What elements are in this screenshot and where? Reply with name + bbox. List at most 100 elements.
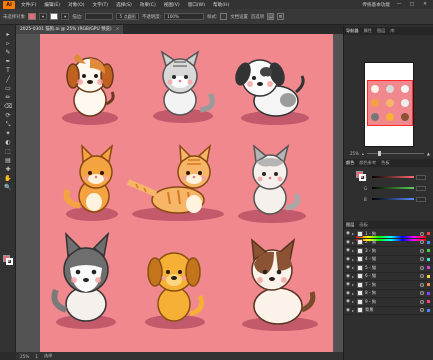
red-slider[interactable]: R: [364, 174, 426, 180]
tab-color[interactable]: 颜色: [346, 160, 354, 166]
layer-name[interactable]: 3 - 狗: [365, 248, 420, 254]
eye-icon[interactable]: ◉: [344, 291, 352, 296]
chart-tool-icon[interactable]: ▤: [4, 157, 12, 164]
scale-tool-icon[interactable]: ⤡: [4, 121, 12, 128]
layer-row[interactable]: ◉ ▸ 9 - 狗: [344, 298, 433, 307]
stroke-weight-field[interactable]: [85, 13, 114, 20]
selection-tool-icon[interactable]: ▸: [4, 31, 12, 38]
arrange-icon[interactable]: ▤: [267, 13, 275, 20]
layer-name[interactable]: 7 - 狗: [365, 282, 420, 288]
layer-row[interactable]: ◉ ▸ 4 - 猫: [344, 256, 433, 264]
hand-tool-icon[interactable]: ✋: [4, 175, 12, 182]
stroke-profile-dropdown[interactable]: 5 点圆形: [116, 13, 140, 20]
layer-name[interactable]: 1 - 狗: [365, 231, 420, 237]
direct-selection-tool-icon[interactable]: ▹: [4, 40, 12, 47]
eye-icon[interactable]: ◉: [344, 265, 352, 270]
eye-icon[interactable]: ◉: [344, 257, 352, 262]
menu-window[interactable]: 窗口(W): [184, 2, 209, 8]
navigator-thumbnail[interactable]: [364, 62, 414, 147]
eye-icon[interactable]: ◉: [344, 308, 352, 313]
blue-slider[interactable]: B: [364, 196, 426, 202]
layer-row[interactable]: ◉ ▸ 3 - 狗: [344, 247, 433, 256]
layer-name[interactable]: 5 - 猫: [365, 265, 420, 271]
tab-libraries[interactable]: 库: [390, 28, 394, 34]
menu-edit[interactable]: 编辑(E): [40, 2, 64, 8]
pen-tool-icon[interactable]: ✒: [4, 58, 12, 65]
preferences-button[interactable]: 首选项: [251, 14, 264, 20]
green-slider[interactable]: G: [364, 185, 426, 191]
stroke-dropdown[interactable]: ▾: [61, 13, 70, 20]
target-icon[interactable]: [420, 240, 424, 245]
eye-icon[interactable]: ◉: [344, 299, 352, 304]
rotate-tool-icon[interactable]: ⟳: [4, 112, 12, 119]
symbol-sprayer-tool-icon[interactable]: ✚: [4, 166, 12, 173]
close-tab-icon[interactable]: ×: [116, 27, 120, 32]
maximize-button[interactable]: □: [408, 1, 416, 8]
tab-layers[interactable]: 图层: [346, 222, 354, 228]
shape-builder-tool-icon[interactable]: ✦: [4, 130, 12, 137]
workspace-switcher[interactable]: 传统基本功能: [362, 2, 390, 8]
target-icon[interactable]: [420, 248, 424, 253]
layer-name[interactable]: 6 - 猫: [365, 273, 420, 279]
eraser-tool-icon[interactable]: ⌫: [4, 103, 12, 110]
eye-icon[interactable]: ◉: [344, 282, 352, 287]
zoom-level[interactable]: 25%: [20, 354, 29, 359]
rectangle-tool-icon[interactable]: ▭: [4, 85, 12, 92]
target-icon[interactable]: [420, 257, 424, 262]
line-tool-icon[interactable]: ╱: [4, 76, 12, 83]
navigator-zoom-value[interactable]: 25%: [350, 151, 359, 156]
target-icon[interactable]: [420, 282, 424, 287]
artboard-number[interactable]: 1: [35, 354, 38, 359]
layer-name[interactable]: 9 - 狗: [365, 299, 420, 305]
menu-effect[interactable]: 效果(C): [136, 2, 160, 8]
eye-icon[interactable]: ◉: [344, 231, 352, 236]
zoom-tool-icon[interactable]: 🔍: [4, 184, 12, 191]
target-icon[interactable]: [420, 291, 424, 296]
tab-layers-top[interactable]: 图层: [377, 28, 385, 34]
target-icon[interactable]: [420, 308, 424, 313]
target-icon[interactable]: [420, 299, 424, 304]
layer-name[interactable]: 4 - 猫: [365, 256, 420, 262]
layer-row[interactable]: ◉ ▸ 8 - 狗: [344, 290, 433, 298]
fill-stroke-widget[interactable]: [3, 255, 14, 266]
tab-artboards[interactable]: 画板: [359, 222, 367, 228]
menu-object[interactable]: 对象(O): [64, 2, 88, 8]
eye-icon[interactable]: ◉: [344, 248, 352, 253]
fill-dropdown[interactable]: ▾: [38, 13, 48, 20]
document-setup-button[interactable]: 文档设置: [230, 14, 248, 20]
zoom-in-icon[interactable]: ▲: [427, 151, 430, 156]
target-icon[interactable]: [420, 265, 424, 270]
menu-file[interactable]: 文件(F): [17, 2, 40, 8]
artboard-tool-icon[interactable]: ⬚: [4, 148, 12, 155]
minimize-button[interactable]: —: [395, 1, 403, 8]
panel-menu-icon[interactable]: ≡: [277, 13, 285, 20]
eye-icon[interactable]: ◉: [344, 240, 352, 245]
tab-color-guide[interactable]: 颜色参考: [359, 160, 376, 166]
pencil-tool-icon[interactable]: ✏: [4, 94, 12, 101]
target-icon[interactable]: [420, 231, 424, 236]
fill-swatch[interactable]: [27, 13, 36, 20]
document-tab[interactable]: 2025-0301 猫狗.ai @ 25% (RGB/GPU 预览) ×: [16, 25, 124, 34]
layer-name[interactable]: 2 - 猫: [365, 239, 420, 245]
zoom-out-icon[interactable]: ▴: [362, 151, 364, 156]
layer-row[interactable]: ◉ ▸ 1 - 狗: [344, 230, 433, 239]
layer-row[interactable]: ◉ ▸ 5 - 猫: [344, 264, 433, 273]
menu-type[interactable]: 文字(T): [89, 2, 113, 8]
navigator-view-box[interactable]: [367, 80, 413, 126]
layer-row[interactable]: ◉ ▸ 6 - 猫: [344, 273, 433, 281]
style-swatch[interactable]: [220, 13, 228, 20]
menu-help[interactable]: 帮助(H): [209, 2, 233, 8]
layer-row[interactable]: ◉ ▸ 7 - 狗: [344, 281, 433, 290]
tab-properties[interactable]: 属性: [364, 28, 372, 34]
type-tool-icon[interactable]: T: [4, 67, 12, 74]
menu-select[interactable]: 选择(S): [112, 2, 136, 8]
menu-view[interactable]: 视图(V): [160, 2, 184, 8]
layer-name[interactable]: 背景: [365, 307, 420, 313]
opacity-field[interactable]: 100%: [164, 13, 205, 20]
eye-icon[interactable]: ◉: [344, 274, 352, 279]
layer-row[interactable]: ◉ ▸ 背景: [344, 307, 433, 315]
tab-swatches[interactable]: 色板: [381, 160, 389, 166]
gradient-tool-icon[interactable]: ◐: [4, 139, 12, 146]
layer-row[interactable]: ◉ ▸ 2 - 猫: [344, 239, 433, 247]
stroke-swatch[interactable]: [50, 13, 59, 20]
